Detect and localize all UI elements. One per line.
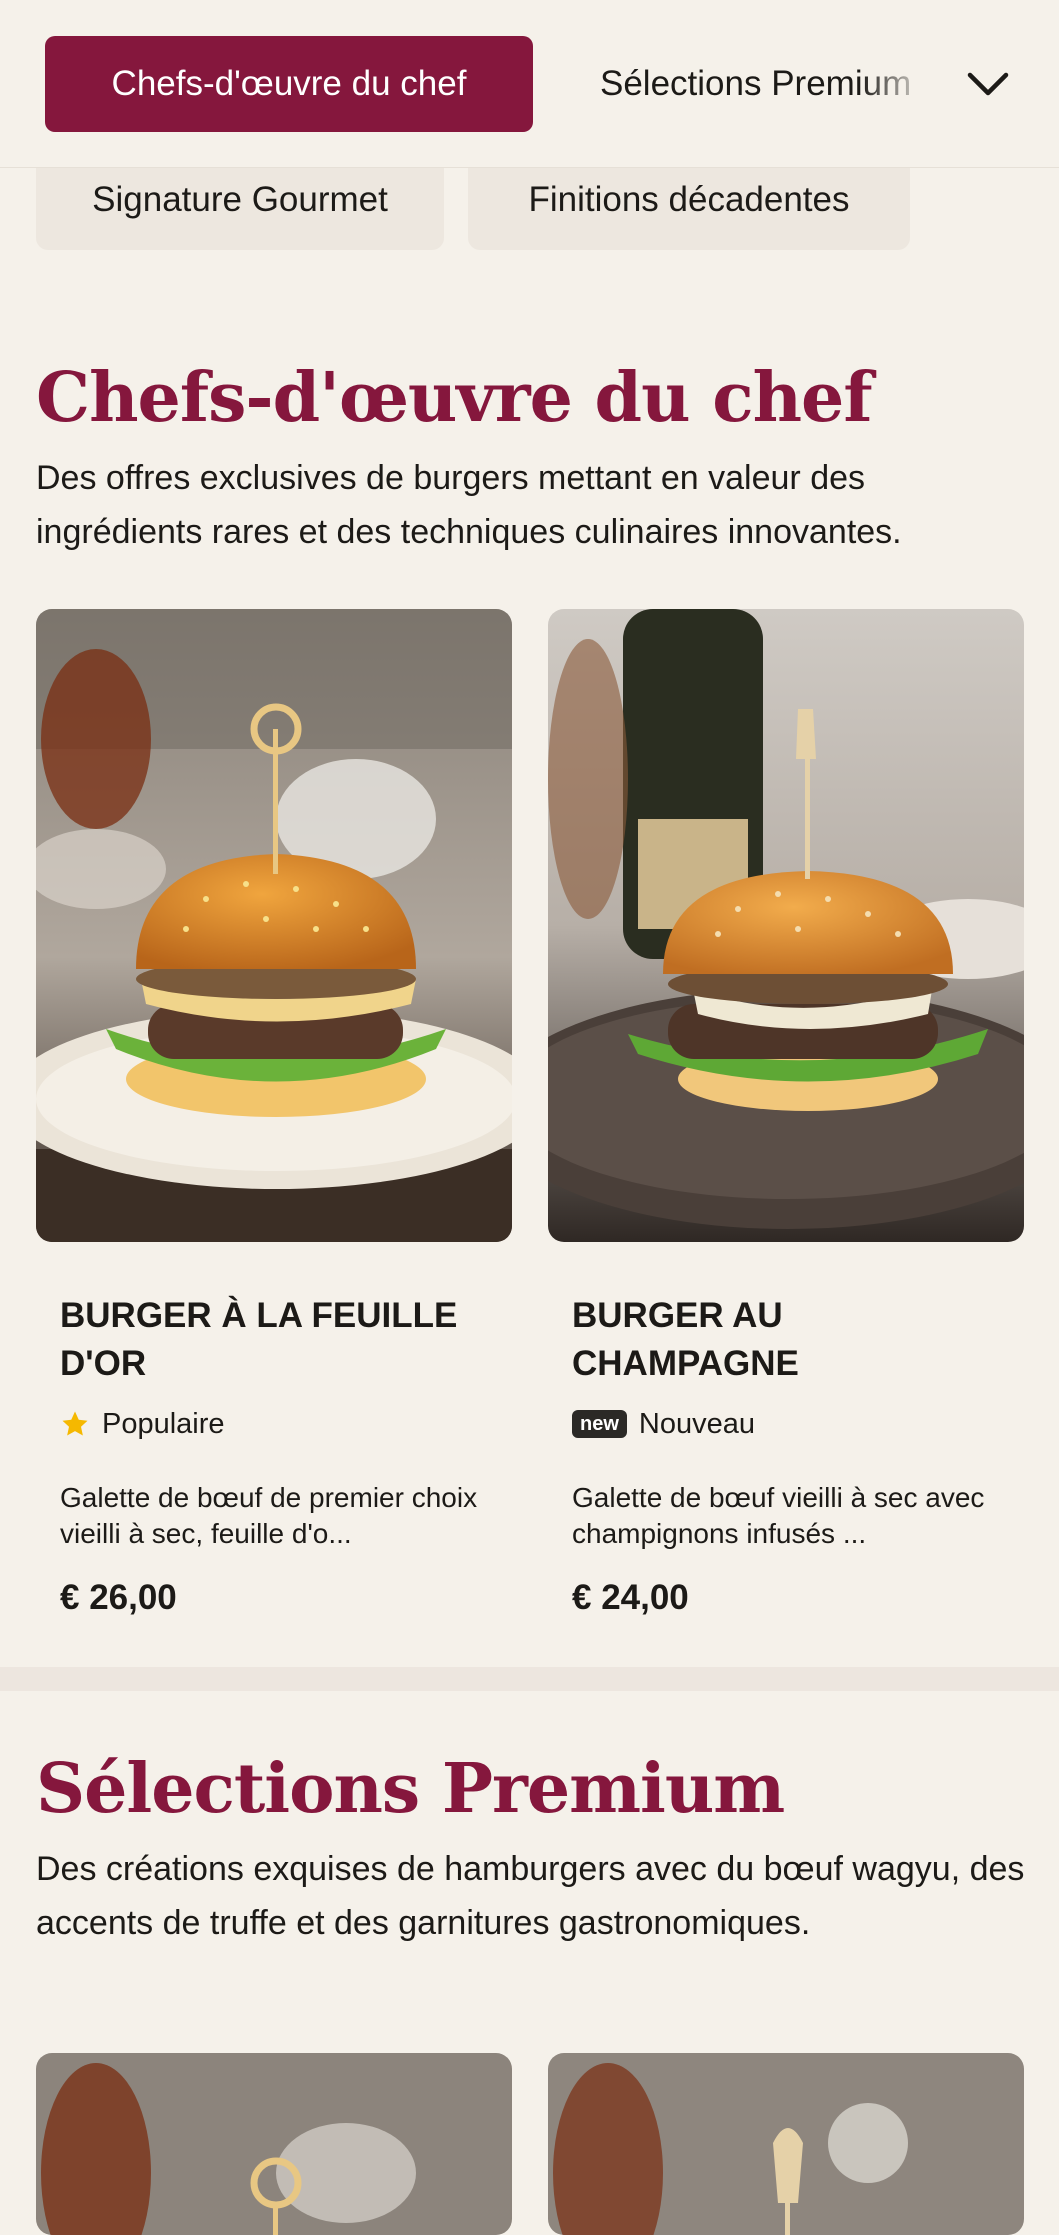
product-description: Galette de bœuf vieilli à sec avec champ… xyxy=(572,1482,985,1549)
product-card-partial[interactable] xyxy=(548,2053,1024,2235)
product-card-gold-leaf[interactable]: BURGER À LA FEUILLE D'OR Populaire Galet… xyxy=(36,609,512,1618)
star-icon xyxy=(62,1411,88,1436)
product-price: € 24,00 xyxy=(572,1578,689,1617)
section-title: Chefs-d'œuvre du chef xyxy=(36,358,873,438)
chip-label: Finitions décadentes xyxy=(528,180,850,219)
product-image[interactable] xyxy=(36,2053,512,2235)
product-image[interactable] xyxy=(36,609,512,1242)
section-title: Sélections Premium xyxy=(36,1749,785,1829)
product-image[interactable] xyxy=(548,609,1024,1242)
chevron-down-icon[interactable] xyxy=(962,58,1014,110)
product-description: Galette de bœuf de premier choix vieilli… xyxy=(60,1482,478,1549)
product-card-partial[interactable] xyxy=(36,2053,512,2235)
product-badge: Populaire xyxy=(60,1404,488,1444)
product-name: BURGER AU CHAMPAGNE xyxy=(572,1296,799,1383)
category-tab-bar: Chefs-d'œuvre du chef Sélections Premium xyxy=(0,0,1059,168)
tab-chefs-doeuvre-label: Chefs-d'œuvre du chef xyxy=(111,64,467,103)
section-description: Des créations exquises de hamburgers ave… xyxy=(36,1850,1025,1942)
product-badge: new Nouveau xyxy=(572,1404,1000,1444)
badge-label: Populaire xyxy=(102,1407,225,1440)
product-name: BURGER À LA FEUILLE D'OR xyxy=(60,1296,458,1383)
new-badge-icon: new xyxy=(572,1410,627,1438)
badge-label: Nouveau xyxy=(638,1407,755,1440)
section-divider xyxy=(0,1667,1059,1691)
section-description: Des offres exclusives de burgers mettant… xyxy=(36,459,902,551)
tab-chefs-doeuvre[interactable]: Chefs-d'œuvre du chef xyxy=(45,36,533,132)
product-image[interactable] xyxy=(548,2053,1024,2235)
product-card-champagne[interactable]: BURGER AU CHAMPAGNE new Nouveau Galette … xyxy=(548,609,1024,1618)
chip-label: Signature Gourmet xyxy=(92,180,388,219)
product-price: € 26,00 xyxy=(60,1578,177,1617)
tab-overflow-fade xyxy=(860,36,960,132)
